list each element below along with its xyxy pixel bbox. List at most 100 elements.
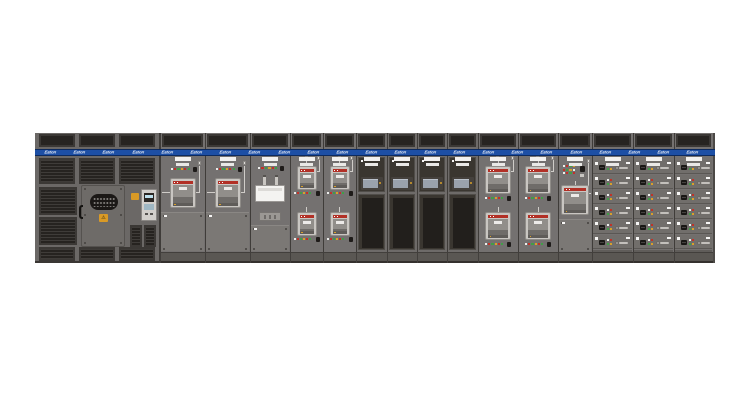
vent-grille-slats — [81, 160, 113, 182]
unit-tag — [636, 192, 639, 195]
drawout-breaker-lower — [330, 212, 350, 236]
control-switch — [547, 196, 551, 201]
unit-meter-line — [682, 212, 686, 214]
indicator-lamp — [297, 238, 299, 240]
indicator-lamp — [610, 209, 612, 211]
indicator-lamp — [689, 213, 691, 215]
section-nameplate — [262, 157, 278, 161]
roof-vent-panel — [480, 134, 516, 147]
lower-door — [559, 219, 591, 251]
mimic-junction-box — [587, 159, 590, 163]
roof-vent-inner — [294, 136, 319, 145]
indicator-lamp — [300, 192, 302, 194]
section-nameplate — [175, 157, 191, 161]
amber-tag — [131, 193, 139, 200]
switch-handle — [619, 227, 628, 229]
section-nameplate — [686, 157, 702, 161]
control-switch — [349, 191, 353, 196]
roof-vent-panel — [389, 134, 415, 147]
brand-logo: Eaton — [307, 150, 318, 153]
breaker-rating-dot — [530, 216, 531, 217]
mcc-unit-row — [593, 235, 632, 249]
unit-meter-line — [641, 182, 645, 184]
switch-handle — [619, 197, 628, 199]
unit-label — [626, 162, 630, 165]
indicator-lamp — [648, 243, 650, 245]
indicator-lamp — [528, 197, 530, 199]
indicator-lamp — [689, 224, 691, 226]
section-nameplate — [605, 157, 621, 161]
indicator-lamp — [233, 168, 235, 170]
mimic-bus-line — [244, 166, 245, 193]
indicator-lamp — [648, 183, 650, 185]
indicator-lamp — [569, 169, 571, 171]
roof-vent-panel — [560, 134, 590, 147]
unit-meter — [599, 225, 605, 230]
door-screw — [120, 188, 122, 190]
brand-logo: Eaton — [366, 150, 377, 153]
indicator-lamp — [610, 213, 612, 215]
vent-grille-slats — [41, 219, 75, 243]
indicator-lamp — [692, 198, 694, 200]
switch-knob — [615, 181, 619, 185]
indicator-lamp — [689, 183, 691, 185]
breaker-amber-dot — [566, 211, 568, 213]
breaker-bottom-rail — [173, 203, 193, 206]
unit-meter — [640, 180, 646, 185]
drawout-breaker — [215, 178, 241, 208]
section-nameplate — [221, 163, 234, 166]
unit-meter — [640, 210, 646, 215]
section-nameplate — [492, 163, 505, 166]
section-nameplate — [490, 157, 506, 161]
switch-knob — [656, 241, 660, 245]
switch-knob — [615, 166, 619, 170]
breaker-rating-dot — [530, 170, 531, 171]
door-tag — [209, 215, 212, 217]
breaker-rating-strip — [528, 215, 548, 218]
vent-grille — [119, 158, 155, 184]
vent-grille — [119, 247, 155, 261]
indicator-lamp — [339, 192, 341, 194]
unit-label — [626, 237, 630, 240]
indicator-lamp — [177, 168, 179, 170]
switch-knob — [615, 211, 619, 215]
mimic-junction-box — [198, 161, 201, 165]
indicator-lamp — [535, 197, 537, 199]
base-gap — [674, 252, 675, 263]
indicator-lamp — [651, 224, 653, 226]
door-screw — [200, 215, 202, 217]
brand-logo: Eaton — [482, 150, 493, 153]
mcc-unit-row — [634, 190, 673, 204]
unit-meter-line — [682, 242, 686, 244]
indicator-lamp — [501, 243, 503, 245]
vent-grille — [39, 158, 75, 184]
control-switch — [349, 237, 353, 242]
hmi-screen-bezel — [421, 177, 443, 190]
unit-tag — [636, 207, 639, 210]
unit-label — [706, 222, 710, 225]
roof-vent-panel — [325, 134, 354, 147]
relay-tick — [264, 215, 266, 219]
breaker-rating-dot — [493, 216, 494, 217]
control-tag — [580, 174, 584, 177]
door-screw — [208, 248, 210, 250]
indicator-lamp — [303, 238, 305, 240]
mimic-junction-box — [551, 156, 554, 160]
brand-logo: Eaton — [44, 150, 55, 153]
indicator-lamp — [491, 197, 493, 199]
switch-handle — [701, 227, 710, 229]
hmi-screen — [454, 179, 469, 188]
hmi-lower-vent — [362, 198, 383, 248]
pt-leg — [275, 175, 278, 185]
unit-label — [667, 237, 671, 240]
mimic-bus-line — [207, 192, 215, 193]
indicator-lamp — [610, 194, 612, 196]
roof-vent-panel — [594, 134, 631, 147]
indicator-lamp — [607, 228, 609, 230]
switch-handle — [660, 212, 669, 214]
indicator-lamp — [268, 167, 270, 169]
mcc-unit-row — [675, 205, 712, 219]
breaker-rating-dot — [337, 216, 338, 217]
door-screw — [84, 188, 86, 190]
brand-logo: Eaton — [249, 150, 260, 153]
